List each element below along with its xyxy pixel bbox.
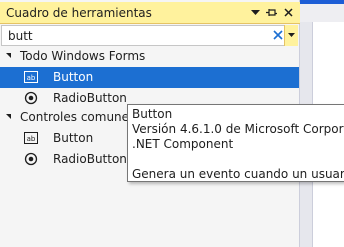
clear-search-icon[interactable] [271, 28, 285, 43]
group-todo-windows-forms[interactable]: Todo Windows Forms [0, 47, 299, 67]
tooltip-spacer [132, 152, 340, 167]
group-label: Controles comunes [20, 110, 136, 124]
group-label: Todo Windows Forms [20, 49, 146, 63]
item-tooltip: Button Versión 4.6.1.0 de Microsoft Corp… [127, 104, 344, 182]
tooltip-version: Versión 4.6.1.0 de Microsoft Corporation [132, 122, 344, 136]
search-input[interactable]: butt [1, 25, 298, 46]
button-icon: ab [24, 70, 38, 84]
svg-text:ab: ab [27, 74, 36, 82]
tooltip-name: Button [132, 107, 173, 121]
toolbox-title: Cuadro de herramientas [6, 6, 152, 20]
item-label: RadioButton [53, 91, 127, 105]
item-label: RadioButton [53, 152, 127, 166]
ide-accent-bar [300, 0, 344, 4]
expanded-triangle-icon[interactable] [6, 114, 11, 119]
tooltip-description: Genera un evento cuando un usuario ha [132, 167, 344, 181]
item-label: Button [53, 70, 94, 84]
expanded-triangle-icon[interactable] [6, 53, 11, 58]
item-label: Button [53, 131, 94, 145]
button-icon: ab [24, 131, 38, 145]
window-menu-dropdown-icon[interactable] [248, 5, 262, 20]
svg-text:ab: ab [27, 135, 36, 143]
search-value: butt [8, 29, 33, 43]
radio-button-icon [24, 91, 38, 105]
close-icon[interactable] [281, 5, 295, 20]
toolbox-titlebar[interactable]: Cuadro de herramientas [0, 2, 300, 24]
search-options-dropdown-icon[interactable] [284, 25, 298, 46]
tooltip-component: .NET Component [132, 137, 234, 151]
toolbox-item-button[interactable]: ab Button [0, 67, 299, 88]
radio-button-icon [24, 152, 38, 166]
pin-icon[interactable] [264, 5, 278, 20]
